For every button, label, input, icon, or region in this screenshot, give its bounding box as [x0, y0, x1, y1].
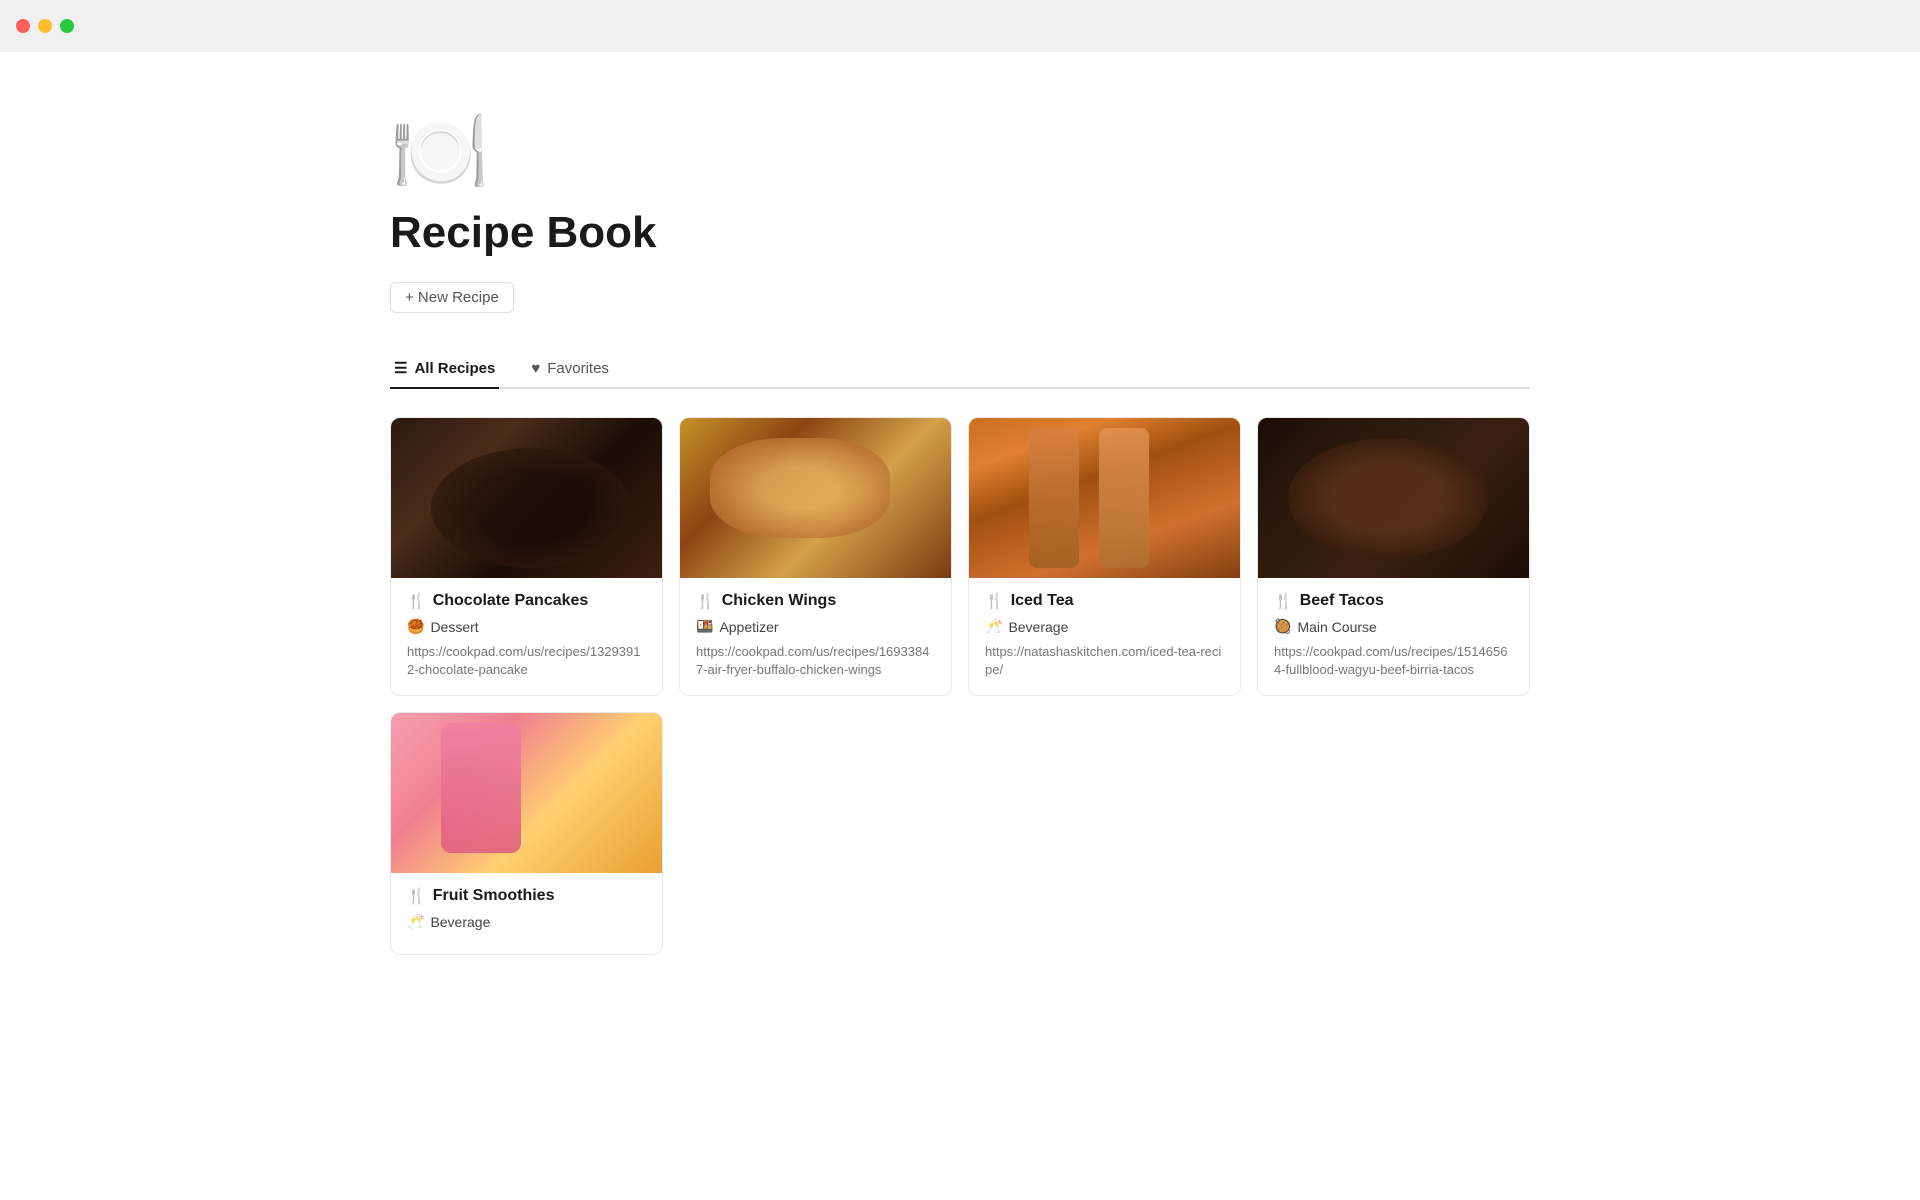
recipe-url: https://cookpad.com/us/recipes/16933847-… — [696, 643, 935, 679]
fork-knife-icon: 🍴 — [407, 887, 426, 905]
fork-knife-icon: 🍴 — [1274, 592, 1293, 610]
recipe-image-beef-tacos — [1258, 418, 1529, 578]
recipe-category: Dessert — [430, 619, 478, 635]
recipe-name-row: 🍴 Fruit Smoothies — [407, 887, 646, 905]
fullscreen-button[interactable] — [60, 19, 74, 33]
close-button[interactable] — [16, 19, 30, 33]
recipe-name-row: 🍴 Beef Tacos — [1274, 592, 1513, 610]
category-icon: 🥂 — [407, 913, 424, 930]
recipe-card-chicken-wings[interactable]: 🍴 Chicken Wings 🍱 Appetizer https://cook… — [679, 417, 952, 696]
recipe-name: Beef Tacos — [1300, 592, 1384, 610]
all-recipes-icon: ☰ — [394, 359, 407, 377]
recipe-card-iced-tea[interactable]: 🍴 Iced Tea 🥂 Beverage https://natashaski… — [968, 417, 1241, 696]
tab-favorites[interactable]: ♥ Favorites — [527, 350, 613, 389]
fork-knife-icon: 🍴 — [696, 592, 715, 610]
new-recipe-button[interactable]: + New Recipe — [390, 282, 514, 313]
recipe-category-row: 🥘 Main Course — [1274, 618, 1513, 635]
recipe-name-row: 🍴 Chocolate Pancakes — [407, 592, 646, 610]
page-title: Recipe Book — [390, 208, 1530, 258]
recipe-name: Chocolate Pancakes — [433, 592, 589, 610]
page-icon: 🍽️ — [390, 112, 1530, 192]
recipe-card-beef-tacos[interactable]: 🍴 Beef Tacos 🥘 Main Course https://cookp… — [1257, 417, 1530, 696]
recipe-category-row: 🥂 Beverage — [407, 913, 646, 930]
recipe-name-row: 🍴 Iced Tea — [985, 592, 1224, 610]
recipe-category: Main Course — [1297, 619, 1376, 635]
fork-knife-icon: 🍴 — [985, 592, 1004, 610]
recipe-name: Fruit Smoothies — [433, 887, 555, 905]
minimize-button[interactable] — [38, 19, 52, 33]
recipe-category: Beverage — [430, 914, 490, 930]
tabs-bar: ☰ All Recipes ♥ Favorites — [390, 349, 1530, 389]
recipe-name: Iced Tea — [1011, 592, 1074, 610]
recipe-category-row: 🥂 Beverage — [985, 618, 1224, 635]
recipe-image-chocolate-pancakes — [391, 418, 662, 578]
recipe-image-fruit-smoothies — [391, 713, 662, 873]
category-icon: 🥮 — [407, 618, 424, 635]
recipe-url: https://cookpad.com/us/recipes/13293912-… — [407, 643, 646, 679]
recipe-category: Appetizer — [719, 619, 778, 635]
recipe-image-iced-tea — [969, 418, 1240, 578]
recipe-image-chicken-wings — [680, 418, 951, 578]
titlebar — [0, 0, 1920, 52]
favorites-label: Favorites — [547, 360, 609, 377]
category-icon: 🥘 — [1274, 618, 1291, 635]
main-content: 🍽️ Recipe Book + New Recipe ☰ All Recipe… — [310, 52, 1610, 1035]
recipe-url: https://natashaskitchen.com/iced-tea-rec… — [985, 643, 1224, 679]
fork-knife-icon: 🍴 — [407, 592, 426, 610]
recipe-grid: 🍴 Chocolate Pancakes 🥮 Dessert https://c… — [390, 417, 1530, 955]
tab-all-recipes[interactable]: ☰ All Recipes — [390, 349, 499, 389]
recipe-category-row: 🥮 Dessert — [407, 618, 646, 635]
recipe-card-chocolate-pancakes[interactable]: 🍴 Chocolate Pancakes 🥮 Dessert https://c… — [390, 417, 663, 696]
recipe-category: Beverage — [1008, 619, 1068, 635]
category-icon: 🥂 — [985, 618, 1002, 635]
all-recipes-label: All Recipes — [414, 360, 495, 377]
recipe-name: Chicken Wings — [722, 592, 837, 610]
category-icon: 🍱 — [696, 618, 713, 635]
recipe-url: https://cookpad.com/us/recipes/15146564-… — [1274, 643, 1513, 679]
recipe-card-fruit-smoothies[interactable]: 🍴 Fruit Smoothies 🥂 Beverage — [390, 712, 663, 955]
favorites-icon: ♥ — [531, 360, 540, 377]
recipe-category-row: 🍱 Appetizer — [696, 618, 935, 635]
recipe-name-row: 🍴 Chicken Wings — [696, 592, 935, 610]
